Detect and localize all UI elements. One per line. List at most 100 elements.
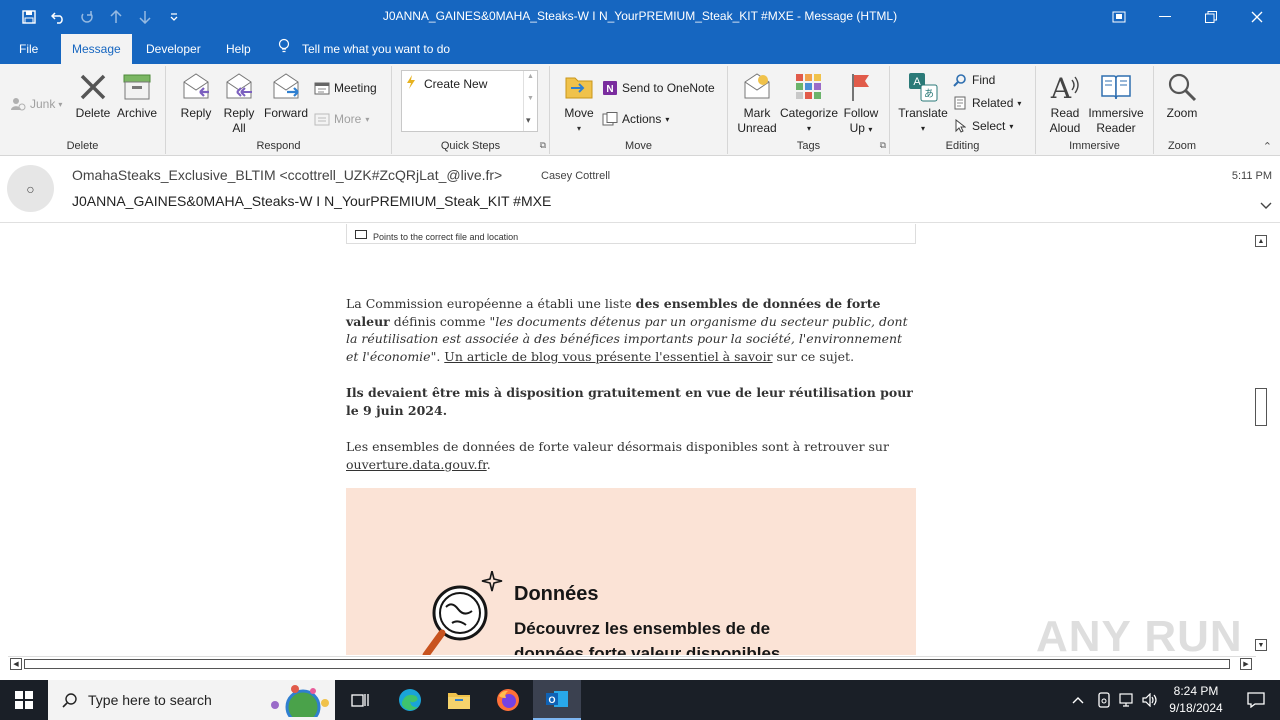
tab-help[interactable]: Help [215,34,262,64]
outlook-icon[interactable]: O [533,680,581,720]
vertical-scrollbar[interactable]: ▲ ▼ [1253,233,1269,653]
svg-text:A: A [1050,72,1072,102]
tags-group-label: Tags [796,140,821,152]
ribbon-tab-bar: File Message Developer Help Tell me what… [0,34,1280,64]
tell-me-search[interactable]: Tell me what you want to do [278,34,450,64]
delete-x-icon [76,70,110,104]
blog-article-link[interactable]: Un article de blog vous présente l'essen… [444,349,772,364]
archive-button[interactable]: Archive [114,70,160,121]
categorize-icon [792,70,826,104]
mark-unread-label-1: Mark [743,106,771,120]
ouverture-data-link[interactable]: ouverture.data.gouv.fr [346,457,487,472]
actions-icon [602,111,618,127]
onenote-icon: N [602,80,618,96]
forward-button[interactable]: Forward [262,70,310,121]
move-label: Move [564,106,594,120]
find-button[interactable]: Find [952,70,995,90]
select-button[interactable]: Select ▾ [952,116,1013,136]
network-icon[interactable] [1115,680,1139,720]
device-icon[interactable] [1092,680,1116,720]
sender[interactable]: OmahaSteaks_Exclusive_BLTIM <ccottrell_U… [72,167,502,183]
svg-text:O: O [548,695,555,705]
reply-all-label-1: Reply [223,106,255,120]
delete-group: Junk ▾ Delete Archive Delete [0,66,166,154]
follow-up-label-2: Up [849,121,865,135]
read-aloud-label-2: Aloud [1049,121,1081,135]
move-button[interactable]: Move ▾ [560,70,598,136]
select-cursor-icon [952,118,968,134]
zoom-group: Zoom Zoom [1154,66,1210,154]
restore-ribbon-icon[interactable] [1096,0,1142,34]
follow-up-button[interactable]: Follow Up ▾ [841,70,881,137]
show-hidden-icons-icon[interactable] [1066,680,1090,720]
firefox-icon[interactable] [484,680,532,720]
svg-text:あ: あ [924,88,934,100]
scroll-up-arrow-icon[interactable]: ▲ [1255,235,1267,247]
windows-start-icon[interactable] [0,680,48,720]
reply-all-button[interactable]: Reply All [221,70,257,136]
quick-steps-gallery[interactable]: Create New ▲ ▼ ▾ [401,70,538,132]
taskbar-search[interactable]: Type here to search [48,680,335,720]
recipient[interactable]: Casey Cottrell [541,170,610,182]
read-aloud-label-1: Read [1050,106,1080,120]
minimize-icon[interactable] [1142,0,1188,34]
down-arrow-icon[interactable] [135,7,155,27]
save-icon[interactable] [19,7,39,27]
quick-steps-scrollbar[interactable]: ▲ ▼ ▾ [523,71,537,131]
reply-all-icon [222,70,256,104]
immersive-reader-button[interactable]: Immersive Reader [1086,70,1146,136]
select-label: Select [972,119,1006,133]
p1-text-c: définis comme [389,313,490,329]
actions-button[interactable]: Actions ▾ [602,109,669,129]
meeting-button[interactable]: Meeting [314,78,377,98]
scroll-down-arrow-icon[interactable]: ▼ [1255,639,1267,651]
scrollbar-thumb[interactable] [1255,388,1267,426]
scroll-left-arrow-icon[interactable]: ◀ [10,658,22,670]
junk-button[interactable]: Junk ▾ [10,94,62,114]
mark-unread-label-2: Unread [737,121,777,135]
volume-icon[interactable] [1138,680,1162,720]
related-button[interactable]: Related ▾ [952,93,1021,113]
junk-icon [10,96,26,112]
task-view-icon[interactable] [336,680,384,720]
up-arrow-icon[interactable] [106,7,126,27]
read-aloud-button[interactable]: A Read Aloud [1044,70,1086,136]
p3-text-a: Les ensembles de données de forte valeur… [346,439,889,454]
tags-dialog-launcher-icon[interactable]: ⧉ [880,140,886,151]
taskbar-clock[interactable]: 8:24 PM 9/18/2024 [1160,683,1232,717]
maximize-icon[interactable] [1188,0,1234,34]
reply-button[interactable]: Reply [178,70,214,121]
customize-toolbar-icon[interactable] [164,7,184,27]
file-icon [355,230,367,239]
categorize-button[interactable]: Categorize ▾ [779,70,839,136]
redo-icon[interactable] [77,7,97,27]
data-banner[interactable]: Données Découvrez les ensembles de de do… [346,488,916,655]
more-button[interactable]: More ▾ [314,109,369,129]
move-folder-icon [562,70,596,104]
close-icon[interactable] [1234,0,1280,34]
delete-button[interactable]: Delete [74,70,112,121]
card-fragment-text: Points to the correct file and location [373,232,519,242]
tab-message[interactable]: Message [61,34,132,64]
file-explorer-icon[interactable] [435,680,483,720]
mark-unread-button[interactable]: Mark Unread [737,70,777,136]
expand-header-icon[interactable] [1260,199,1272,213]
translate-button[interactable]: Aあ Translate ▾ [898,70,948,136]
respond-group-label: Respond [256,140,301,152]
svg-text:A: A [913,76,921,88]
move-group: Move ▾ N Send to OneNote Actions ▾ Move [550,66,728,154]
send-to-onenote-button[interactable]: N Send to OneNote [602,78,715,98]
categorize-label: Categorize [779,106,839,120]
collapse-ribbon-icon[interactable]: ⌃ [1263,140,1272,153]
quick-step-create-new[interactable]: Create New [406,75,487,92]
reply-label: Reply [180,106,212,120]
tab-developer[interactable]: Developer [135,34,212,64]
move-group-label: Move [625,140,652,152]
zoom-button[interactable]: Zoom [1162,70,1202,121]
undo-icon[interactable] [48,7,68,27]
edge-browser-icon[interactable] [386,680,434,720]
tab-file[interactable]: File [8,34,49,64]
dialog-launcher-icon[interactable]: ⧉ [540,140,546,151]
notifications-icon[interactable] [1232,680,1280,720]
title-bar: J0ANNA_GAINES&0MAHA_Steaks-W I N_YourPRE… [0,0,1280,34]
